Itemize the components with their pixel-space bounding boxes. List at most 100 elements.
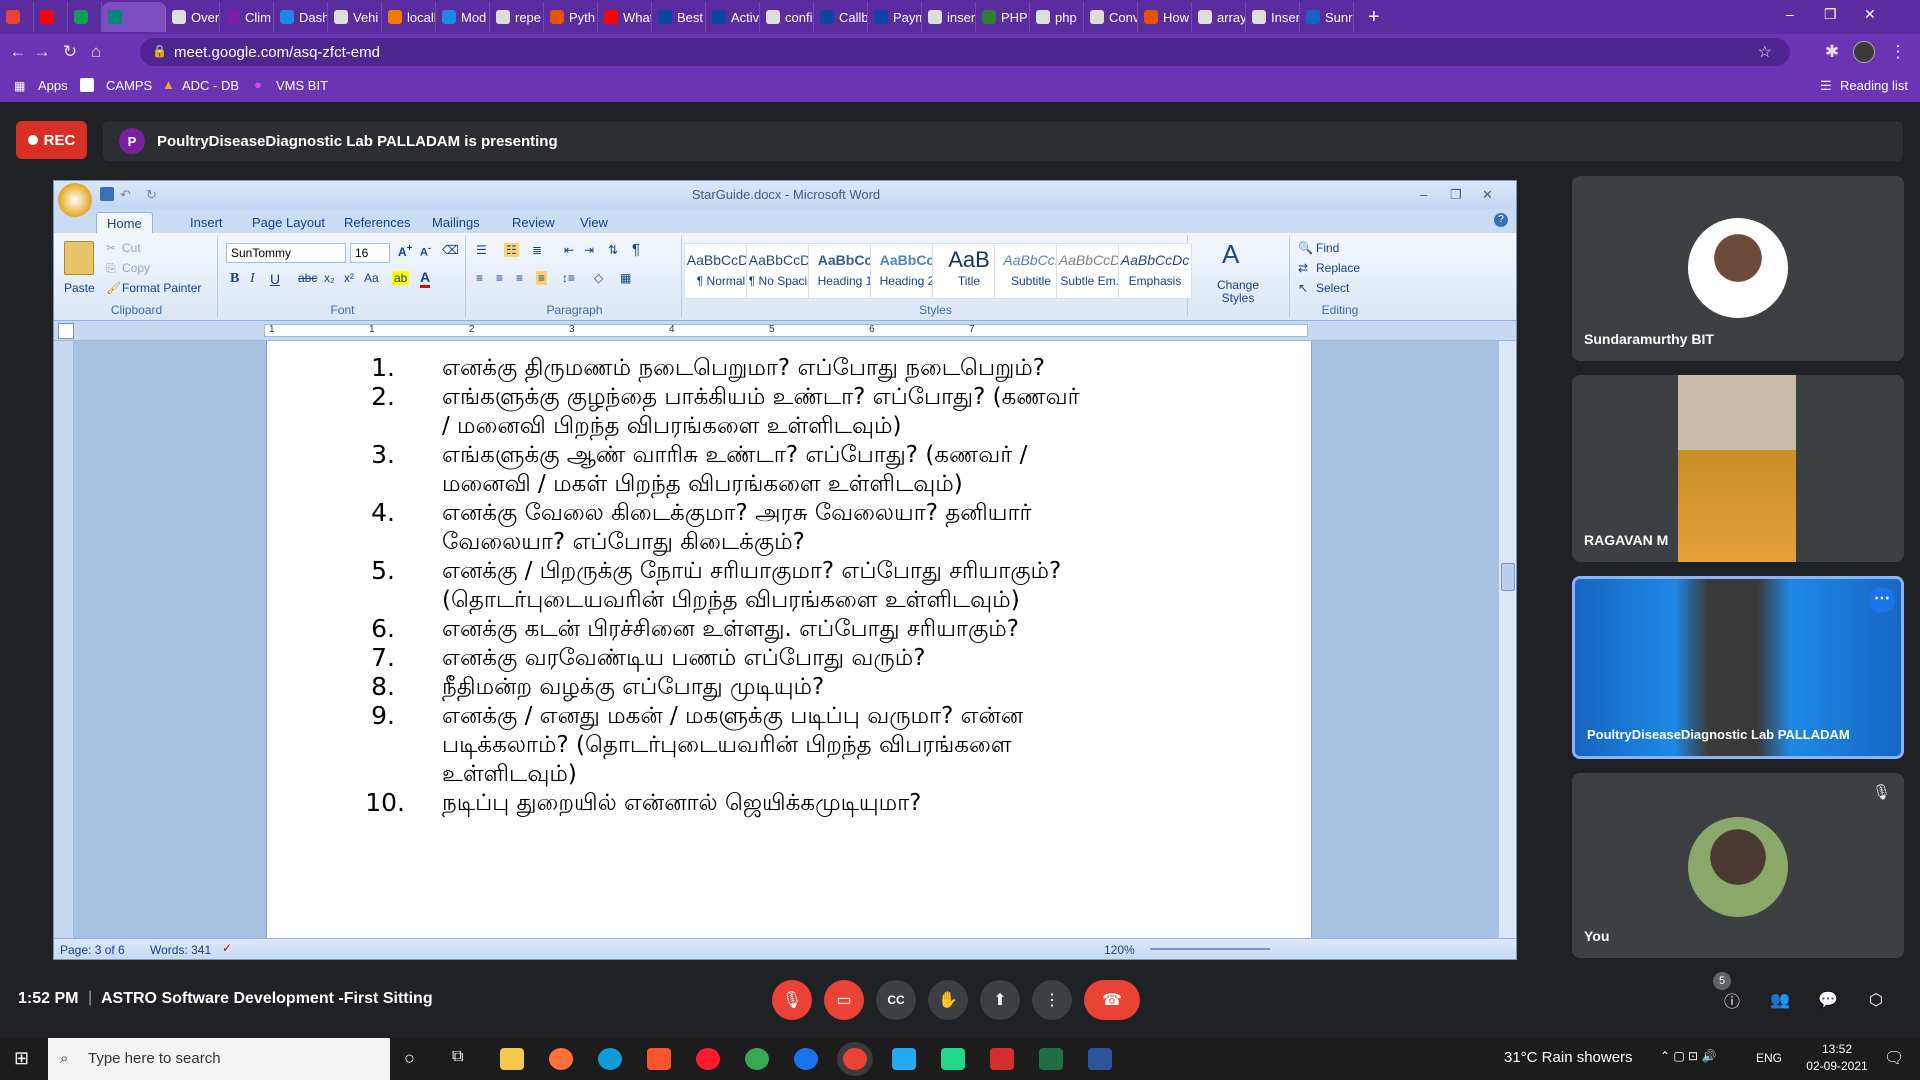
chrome-profile-icon[interactable]	[794, 1048, 818, 1070]
shading-icon[interactable]: ◇	[594, 271, 603, 285]
browser-tab[interactable]: Clim	[220, 2, 274, 32]
borders-icon[interactable]: ▦	[620, 271, 631, 285]
browser-tab[interactable]	[0, 2, 34, 32]
present-button[interactable]: ⬆	[980, 980, 1020, 1020]
shrink-font-icon[interactable]: A-	[420, 243, 431, 259]
browser-tab[interactable]: confi	[760, 2, 814, 32]
align-center-icon[interactable]: ≡	[496, 271, 503, 285]
replace-button[interactable]: Replace	[1316, 261, 1360, 275]
browser-tab[interactable]: inser	[922, 2, 976, 32]
clock-date[interactable]: 02-09-2021	[1802, 1059, 1872, 1073]
more-options-icon[interactable]: ⋯	[1869, 587, 1895, 613]
url-field[interactable]: 🔒 meet.google.com/asq-zfct-emd ☆	[140, 38, 1790, 66]
word-count[interactable]: Words: 341	[150, 943, 211, 957]
back-icon[interactable]: ←	[8, 42, 28, 62]
redo-icon[interactable]: ↻	[146, 181, 157, 209]
file-explorer-icon[interactable]	[500, 1048, 524, 1070]
people-button[interactable]: 👥	[1760, 980, 1800, 1020]
browser-tab[interactable]: Conv	[1084, 2, 1138, 32]
mic-off-button[interactable]: 🎙	[772, 980, 812, 1020]
edge-icon[interactable]	[598, 1048, 622, 1070]
superscript-icon[interactable]: x²	[344, 271, 354, 285]
tab-selector-icon[interactable]	[58, 323, 74, 339]
tab-page-layout[interactable]: Page Layout	[242, 212, 335, 233]
change-styles-button[interactable]: Change Styles	[1208, 279, 1268, 305]
bullets-icon[interactable]: ☰	[476, 243, 487, 257]
font-name-dropdown[interactable]: SunTommy	[226, 243, 346, 263]
maximize-window-icon[interactable]: ❐	[1824, 6, 1837, 23]
camera-off-button[interactable]: ▭	[824, 980, 864, 1020]
help-icon[interactable]: ?	[1494, 213, 1508, 227]
sort-icon[interactable]: ⇅	[608, 243, 618, 257]
justify-icon[interactable]: ≡	[536, 271, 548, 285]
browser-tab[interactable]: Paym	[868, 2, 922, 32]
more-options-button[interactable]: ⋮	[1032, 980, 1072, 1020]
acrobat-icon[interactable]	[990, 1048, 1014, 1070]
align-right-icon[interactable]: ≡	[516, 271, 523, 285]
highlight-icon[interactable]: ab	[392, 271, 410, 285]
multilevel-list-icon[interactable]: ≣	[532, 243, 542, 257]
select-button[interactable]: Select	[1316, 281, 1349, 295]
firefox-icon[interactable]	[549, 1048, 573, 1070]
vertical-scrollbar[interactable]	[1498, 341, 1516, 938]
minimize-icon[interactable]: –	[1420, 181, 1427, 209]
bookmark-apps[interactable]: Apps	[38, 78, 68, 93]
activities-button[interactable]: ⬡	[1856, 980, 1896, 1020]
new-tab-icon[interactable]: +	[1368, 6, 1380, 29]
italic-icon[interactable]: I	[250, 271, 255, 287]
participant-tile-you[interactable]: 🎙 You	[1572, 773, 1904, 958]
strikethrough-icon[interactable]: abc	[298, 271, 317, 285]
browser-tab[interactable]: Activ	[706, 2, 760, 32]
vscode-icon[interactable]	[892, 1048, 916, 1070]
bookmark-adc-db[interactable]: ADC - DB	[182, 78, 239, 93]
browser-tab[interactable]	[102, 2, 166, 32]
paste-button[interactable]: Paste	[64, 281, 95, 295]
increase-indent-icon[interactable]: ⇥	[584, 243, 594, 257]
taskbar-search[interactable]: ⌕ Type here to search	[48, 1038, 390, 1080]
close-window-icon[interactable]: ✕	[1864, 6, 1876, 23]
profile-avatar[interactable]	[1853, 41, 1875, 63]
font-color-icon[interactable]: A	[420, 269, 431, 288]
proofing-icon[interactable]: ✓	[222, 941, 232, 955]
clock-time[interactable]: 13:52	[1812, 1042, 1862, 1056]
browser-tab[interactable]: What	[598, 2, 652, 32]
bookmark-camps[interactable]: CAMPS	[106, 78, 152, 93]
bookmark-vms-bit[interactable]: VMS BIT	[276, 78, 328, 93]
underline-icon[interactable]: U	[270, 271, 280, 287]
browser-tab[interactable]: Callb	[814, 2, 868, 32]
pycharm-icon[interactable]	[941, 1048, 965, 1070]
paste-icon[interactable]	[64, 241, 94, 275]
change-case-icon[interactable]: Aa	[364, 271, 379, 285]
menu-icon[interactable]: ⋮	[1888, 42, 1908, 62]
numbering-icon[interactable]: ☷	[504, 243, 519, 257]
participant-tile-ragavan[interactable]: RAGAVAN M	[1572, 375, 1904, 562]
browser-tab[interactable]: locall	[382, 2, 436, 32]
style-emphasis[interactable]: AaBbCcDc Emphasis	[1118, 243, 1192, 299]
tab-mailings[interactable]: Mailings	[422, 212, 490, 233]
windows-start-icon[interactable]: ⊞	[14, 1048, 29, 1069]
forward-icon[interactable]: →	[32, 42, 52, 62]
zoom-level[interactable]: 120%	[1104, 943, 1135, 957]
browser-tab[interactable]: Best	[652, 2, 706, 32]
excel-icon[interactable]	[1039, 1048, 1063, 1070]
tab-view[interactable]: View	[570, 212, 618, 233]
browser-tab[interactable]: Dash	[274, 2, 328, 32]
captions-button[interactable]: CC	[876, 980, 916, 1020]
change-styles-icon[interactable]: A	[1222, 239, 1239, 270]
notifications-icon[interactable]: 🗨	[1884, 1048, 1904, 1068]
find-button[interactable]: Find	[1316, 241, 1339, 255]
align-left-icon[interactable]: ≡	[476, 271, 483, 285]
subscript-icon[interactable]: x₂	[324, 271, 335, 285]
zoom-slider[interactable]	[1150, 948, 1270, 950]
tab-home[interactable]: Home	[96, 212, 153, 233]
participant-tile-presenter[interactable]: ⋯ PoultryDiseaseDiagnostic Lab PALLADAM	[1572, 576, 1904, 759]
browser-tab[interactable]: Mod	[436, 2, 490, 32]
bookmark-star-icon[interactable]: ☆	[1758, 42, 1772, 62]
browser-tab[interactable]: repe	[490, 2, 544, 32]
bold-icon[interactable]: B	[230, 271, 239, 287]
tab-insert[interactable]: Insert	[180, 212, 233, 233]
chrome-active-icon[interactable]	[843, 1048, 867, 1070]
copy-button[interactable]: Copy	[122, 261, 150, 275]
opera-icon[interactable]	[696, 1048, 720, 1070]
browser-tab[interactable]: Vehi	[328, 2, 382, 32]
